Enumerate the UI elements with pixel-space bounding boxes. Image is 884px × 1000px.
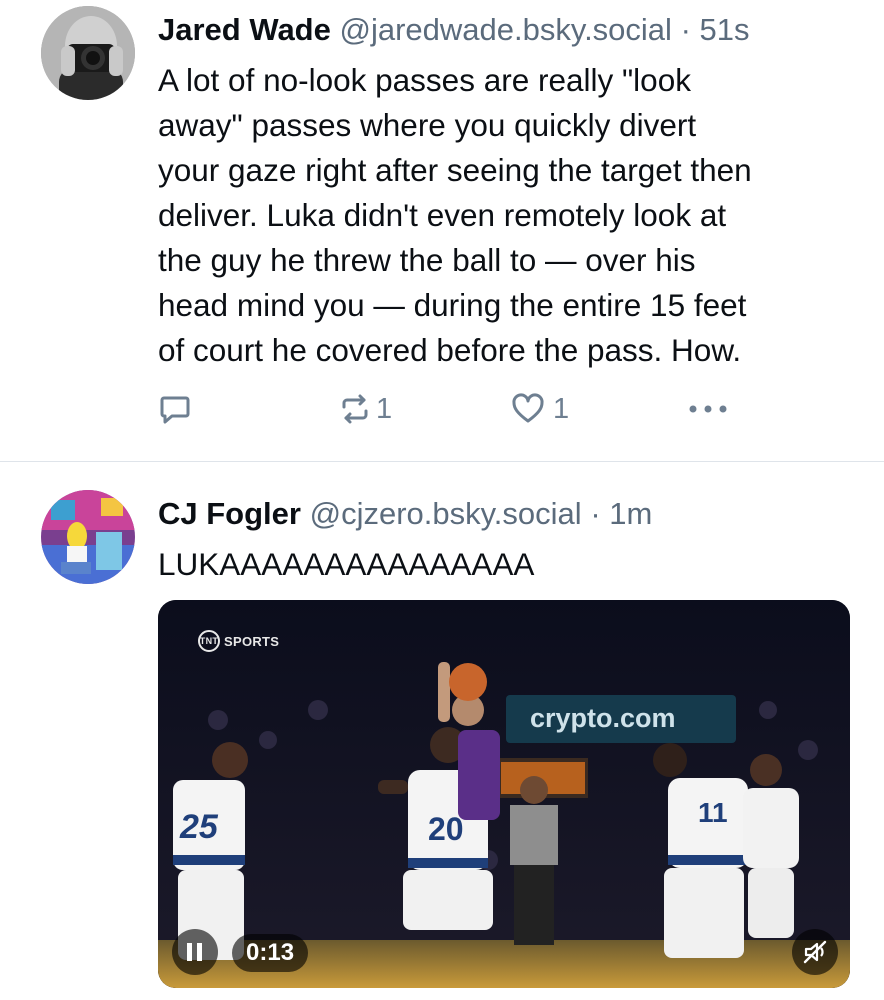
post-text-line: deliver. Luka didn't even remotely look … xyxy=(158,197,727,233)
video-player[interactable]: 25 20 11 TNT SPORTS crypto.com 0:13 xyxy=(158,600,850,988)
post-text: A lot of no-look passes are really "look… xyxy=(158,58,858,373)
photographer-avatar-icon xyxy=(41,6,135,100)
author-name[interactable]: CJ Fogler xyxy=(158,496,301,531)
jersey-number-25: 25 xyxy=(179,808,219,846)
mute-button[interactable] xyxy=(792,929,838,975)
author-handle[interactable]: @jaredwade.bsky.social xyxy=(340,12,672,47)
reply-button[interactable] xyxy=(158,392,192,426)
video-time: 0:13 xyxy=(232,934,309,972)
post-header: CJ Fogler @cjzero.bsky.social · 1m xyxy=(158,495,652,533)
post-jared-wade[interactable]: Jared Wade @jaredwade.bsky.social · 51s … xyxy=(0,0,884,461)
post-time[interactable]: 51s xyxy=(700,12,750,47)
post-actions: 1 1 xyxy=(158,392,758,428)
post-text-line: of court he covered before the pass. How… xyxy=(158,332,742,368)
muted-speaker-icon xyxy=(803,940,827,964)
jersey-number-20: 20 xyxy=(428,811,464,847)
repost-button[interactable]: 1 xyxy=(338,392,392,426)
more-button[interactable] xyxy=(686,392,730,426)
post-text-line: your gaze right after seeing the target … xyxy=(158,152,752,188)
more-icon xyxy=(689,405,727,413)
post-time[interactable]: 1m xyxy=(609,496,652,531)
arena-sign: crypto.com xyxy=(530,703,676,733)
post-text-line: the guy he threw the ball to — over his xyxy=(158,242,696,278)
repost-count: 1 xyxy=(376,392,393,425)
video-frame: 25 20 11 xyxy=(158,600,850,988)
post-text: LUKAAAAAAAAAAAAAAA xyxy=(158,546,535,582)
broadcaster-name: SPORTS xyxy=(224,633,280,649)
author-name[interactable]: Jared Wade xyxy=(158,12,331,47)
author-avatar[interactable] xyxy=(41,6,135,100)
broadcaster-logo: TNT SPORTS xyxy=(198,630,279,652)
cartoon-avatar-icon xyxy=(41,490,135,584)
like-count: 1 xyxy=(553,392,570,425)
heart-icon xyxy=(512,393,544,423)
pause-icon xyxy=(187,943,202,961)
separator-dot: · xyxy=(680,12,691,47)
reply-icon xyxy=(160,396,190,424)
author-avatar[interactable] xyxy=(41,490,135,584)
author-handle[interactable]: @cjzero.bsky.social xyxy=(310,496,582,531)
like-button[interactable]: 1 xyxy=(511,392,569,426)
repost-icon xyxy=(342,394,368,424)
pause-button[interactable] xyxy=(172,929,218,975)
post-text-line: away" passes where you quickly divert xyxy=(158,107,697,143)
tnt-badge: TNT xyxy=(198,630,220,652)
post-header: Jared Wade @jaredwade.bsky.social · 51s xyxy=(158,11,750,49)
separator-dot: · xyxy=(590,496,601,531)
jersey-number-11: 11 xyxy=(698,797,728,828)
post-text-line: head mind you — during the entire 15 fee… xyxy=(158,287,747,323)
post-text-line: A lot of no-look passes are really "look xyxy=(158,62,691,98)
